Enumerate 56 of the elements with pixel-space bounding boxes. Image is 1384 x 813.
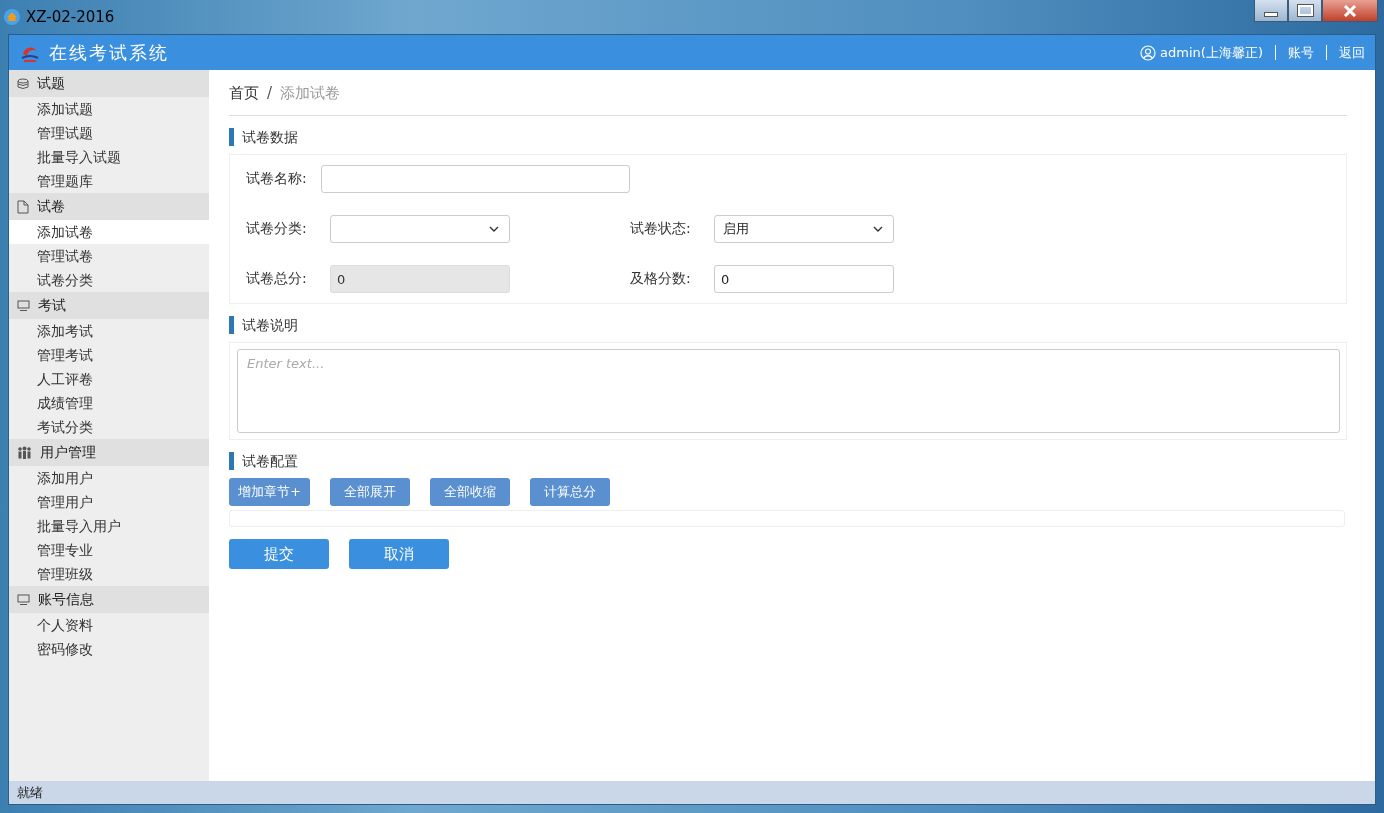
app-name: 在线考试系统 bbox=[49, 40, 169, 65]
chevron-down-icon bbox=[873, 226, 883, 232]
users-icon bbox=[17, 446, 32, 459]
field-label: 试卷名称: bbox=[246, 170, 308, 188]
field-label: 试卷状态: bbox=[630, 220, 692, 238]
field-label: 试卷总分: bbox=[246, 270, 308, 288]
field-label: 及格分数: bbox=[630, 270, 692, 288]
description-field[interactable]: Enter text... bbox=[237, 349, 1340, 433]
database-icon bbox=[17, 77, 29, 90]
sidebar-item[interactable]: 考试分类 bbox=[9, 415, 209, 439]
sidebar-item[interactable]: 个人资料 bbox=[9, 613, 209, 637]
status-text: 就绪 bbox=[17, 783, 43, 802]
monitor-icon bbox=[17, 299, 30, 312]
sidebar-item[interactable]: 管理试题 bbox=[9, 121, 209, 145]
select-field[interactable]: 启用 bbox=[714, 215, 894, 243]
sidebar-item[interactable]: 添加用户 bbox=[9, 466, 209, 490]
sidebar-group-header[interactable]: 账号信息 bbox=[9, 586, 209, 613]
sidebar-item[interactable]: 试卷分类 bbox=[9, 268, 209, 292]
minimize-button[interactable] bbox=[1254, 0, 1288, 22]
field-label: 试卷分类: bbox=[246, 220, 308, 238]
section-title: 试卷配置 bbox=[229, 452, 1347, 470]
close-button[interactable] bbox=[1322, 0, 1378, 22]
sidebar-group-header[interactable]: 试题 bbox=[9, 70, 209, 97]
breadcrumb-current: 添加试卷 bbox=[280, 84, 341, 103]
text-field[interactable]: 0 bbox=[714, 265, 894, 293]
sidebar-item[interactable]: 批量导入试题 bbox=[9, 145, 209, 169]
section-title: 试卷说明 bbox=[229, 316, 1347, 334]
sidebar-item[interactable]: 管理班级 bbox=[9, 562, 209, 586]
select-field[interactable] bbox=[330, 215, 510, 243]
sidebar-item[interactable]: 人工评卷 bbox=[9, 367, 209, 391]
sidebar-item[interactable]: 批量导入用户 bbox=[9, 514, 209, 538]
close-icon bbox=[1343, 4, 1357, 17]
sidebar-item[interactable]: 添加试卷 bbox=[9, 220, 209, 244]
house-icon bbox=[4, 9, 20, 25]
maximize-button[interactable] bbox=[1288, 0, 1322, 22]
sidebar-group-header[interactable]: 用户管理 bbox=[9, 439, 209, 466]
sidebar-item[interactable]: 管理题库 bbox=[9, 169, 209, 193]
breadcrumb-separator: / bbox=[267, 84, 273, 103]
window-title: XZ-02-2016 bbox=[26, 8, 115, 26]
sidebar-item[interactable]: 管理专业 bbox=[9, 538, 209, 562]
user-icon bbox=[1140, 44, 1157, 61]
sidebar-item[interactable]: 管理考试 bbox=[9, 343, 209, 367]
sidebar-group-header[interactable]: 考试 bbox=[9, 292, 209, 319]
sidebar-item[interactable]: 成绩管理 bbox=[9, 391, 209, 415]
section-title: 试卷数据 bbox=[229, 128, 1347, 146]
sidebar-item[interactable]: 管理试卷 bbox=[9, 244, 209, 268]
chevron-down-icon bbox=[489, 226, 499, 232]
sidebar-group-header[interactable]: 试卷 bbox=[9, 193, 209, 220]
file-icon bbox=[17, 199, 29, 214]
sidebar-item[interactable]: 添加考试 bbox=[9, 319, 209, 343]
monitor-icon bbox=[17, 593, 30, 606]
text-field[interactable] bbox=[321, 165, 630, 193]
breadcrumb-link[interactable]: 首页 bbox=[229, 84, 259, 103]
sidebar-item[interactable]: 添加试题 bbox=[9, 97, 209, 121]
sidebar-item[interactable]: 管理用户 bbox=[9, 490, 209, 514]
sidebar-item[interactable]: 密码修改 bbox=[9, 637, 209, 661]
